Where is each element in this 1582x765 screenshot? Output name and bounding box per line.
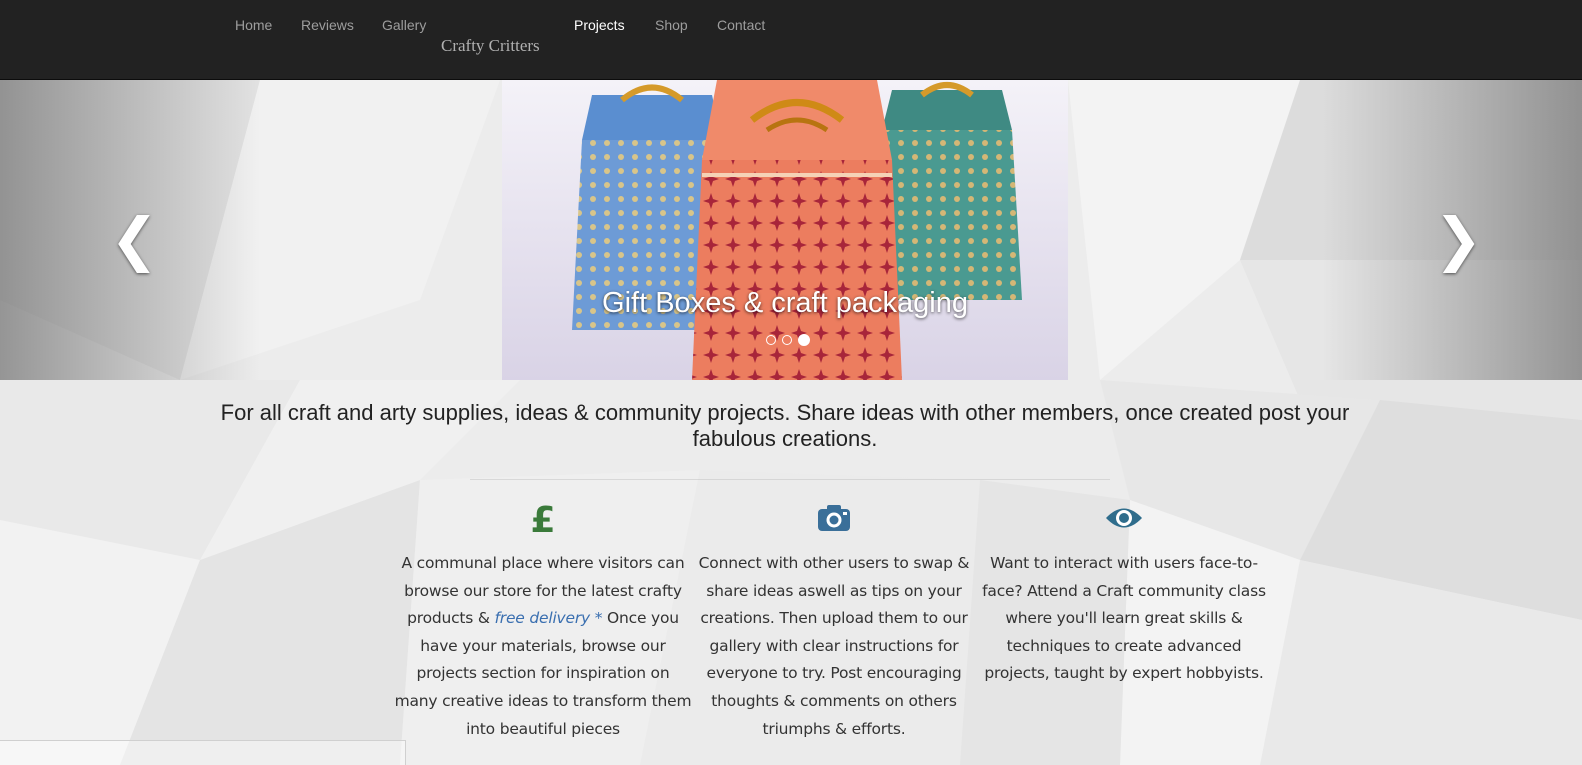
nav-gallery-link[interactable]: Gallery [382, 17, 426, 33]
svg-text:£: £ [530, 500, 555, 536]
feature-store: £ A communal place where visitors can br… [393, 500, 693, 743]
eye-icon [974, 500, 1274, 536]
feature-share: Connect with other users to swap & share… [684, 500, 984, 743]
free-delivery-link[interactable]: free delivery * [495, 609, 603, 627]
feature-classes-text: Want to interact with users face-to-face… [982, 554, 1266, 683]
carousel-indicator-3[interactable] [798, 334, 810, 346]
camera-icon [684, 500, 984, 536]
site-brand[interactable]: Crafty Critters [441, 36, 540, 56]
slide-caption: Gift Boxes & craft packaging [602, 287, 968, 319]
feature-store-text: A communal place where visitors can brow… [393, 550, 693, 743]
nav-projects-link[interactable]: Projects [574, 17, 625, 33]
image-carousel: Gift Boxes & craft packaging ❮ ❯ [0, 80, 1582, 380]
section-divider [470, 479, 1110, 480]
carousel-indicator-1[interactable] [766, 335, 776, 345]
carousel-prev-button[interactable]: ❮ [110, 210, 159, 268]
feature-share-text: Connect with other users to swap & share… [698, 554, 970, 738]
nav-home-link[interactable]: Home [235, 17, 272, 33]
bottom-panel-edge [0, 740, 406, 765]
carousel-next-button[interactable]: ❯ [1434, 210, 1483, 268]
feature-classes: Want to interact with users face-to-face… [974, 500, 1274, 688]
top-navbar: Home Reviews Gallery Projects Shop Conta… [0, 0, 1582, 80]
pound-icon: £ [393, 500, 693, 536]
intro-text: For all craft and arty supplies, ideas &… [220, 400, 1350, 451]
carousel-indicators [766, 334, 810, 346]
feature-store-text-end: Once you have your materials, browse our… [394, 609, 692, 738]
nav-reviews-link[interactable]: Reviews [301, 17, 354, 33]
carousel-indicator-2[interactable] [782, 335, 792, 345]
nav-contact-link[interactable]: Contact [717, 17, 765, 33]
nav-shop-link[interactable]: Shop [655, 17, 688, 33]
